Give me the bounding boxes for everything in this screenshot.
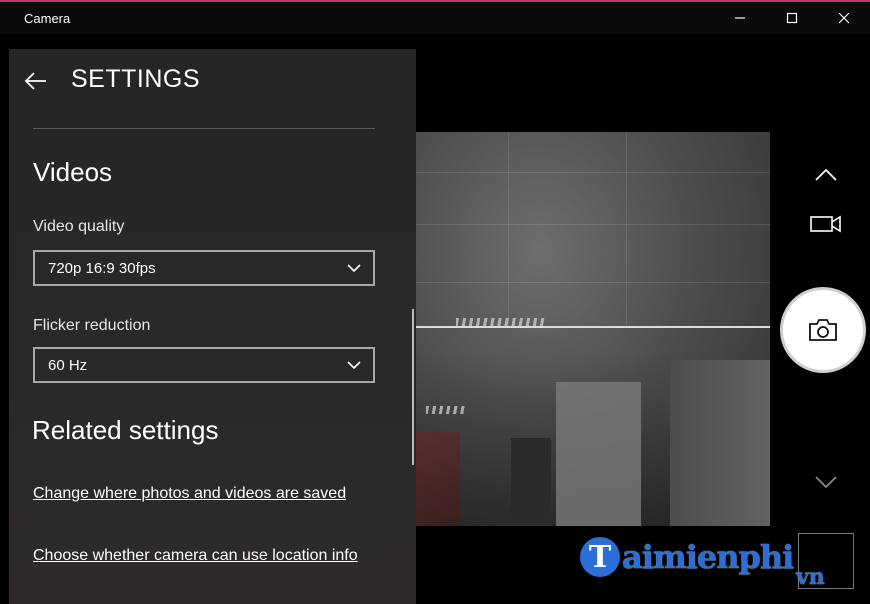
- shutter-button[interactable]: [780, 287, 866, 373]
- video-mode-button[interactable]: [810, 214, 842, 239]
- window-controls: [714, 2, 870, 34]
- settings-scrollbar[interactable]: [412, 309, 414, 465]
- video-quality-label: Video quality: [33, 218, 125, 235]
- related-settings-heading: Related settings: [32, 415, 219, 445]
- video-quality-value: 720p 16:9 30fps: [48, 259, 156, 277]
- settings-panel: SETTINGS Videos Video quality 720p 16:9 …: [9, 49, 416, 604]
- scroll-up-button[interactable]: [814, 166, 838, 187]
- watermark: T aimienphi vn: [580, 528, 854, 590]
- ceiling-lamp: [426, 406, 466, 414]
- back-arrow-icon: [24, 72, 46, 90]
- maximize-icon: [786, 12, 798, 24]
- minimize-icon: [735, 17, 745, 19]
- settings-title: SETTINGS: [71, 65, 201, 93]
- camera-preview: [416, 132, 770, 526]
- ceiling-grid-line: [416, 224, 770, 225]
- videos-heading: Videos: [33, 157, 113, 187]
- link-location-permission[interactable]: Choose whether camera can use location i…: [33, 544, 373, 568]
- video-quality-select[interactable]: 720p 16:9 30fps: [33, 250, 375, 286]
- flicker-reduction-select[interactable]: 60 Hz: [33, 347, 375, 383]
- scroll-down-button[interactable]: [814, 474, 838, 495]
- section-divider: [33, 128, 375, 129]
- ceiling-grid-line: [416, 282, 770, 283]
- ceiling-grid-line: [508, 132, 509, 326]
- watermark-suffix: vn: [796, 564, 825, 590]
- preview-whiteboard: [556, 382, 641, 526]
- ceiling-grid-line: [416, 172, 770, 173]
- flicker-reduction-label: Flicker reduction: [33, 317, 151, 334]
- close-icon: [838, 12, 850, 24]
- preview-wall: [670, 360, 770, 526]
- link-photo-save-location[interactable]: Change where photos and videos are saved: [33, 482, 373, 506]
- chevron-up-icon: [815, 168, 837, 181]
- minimize-button[interactable]: [714, 2, 766, 34]
- watermark-logo: T: [580, 537, 620, 577]
- back-button[interactable]: [23, 71, 49, 96]
- chevron-down-icon: [815, 476, 837, 489]
- camera-icon: [809, 319, 837, 341]
- watermark-text: aimienphi: [622, 538, 794, 576]
- chevron-down-icon: [347, 361, 361, 370]
- preview-horizon-line: [416, 326, 770, 328]
- ceiling-grid-line: [626, 132, 627, 326]
- preview-person: [416, 432, 460, 526]
- title-bar: Camera: [0, 2, 870, 34]
- preview-shelf: [511, 438, 551, 526]
- video-camera-icon: [810, 215, 841, 233]
- chevron-down-icon: [347, 264, 361, 273]
- close-button[interactable]: [818, 2, 870, 34]
- app-title: Camera: [24, 10, 71, 26]
- flicker-reduction-value: 60 Hz: [48, 356, 88, 374]
- maximize-button[interactable]: [766, 2, 818, 34]
